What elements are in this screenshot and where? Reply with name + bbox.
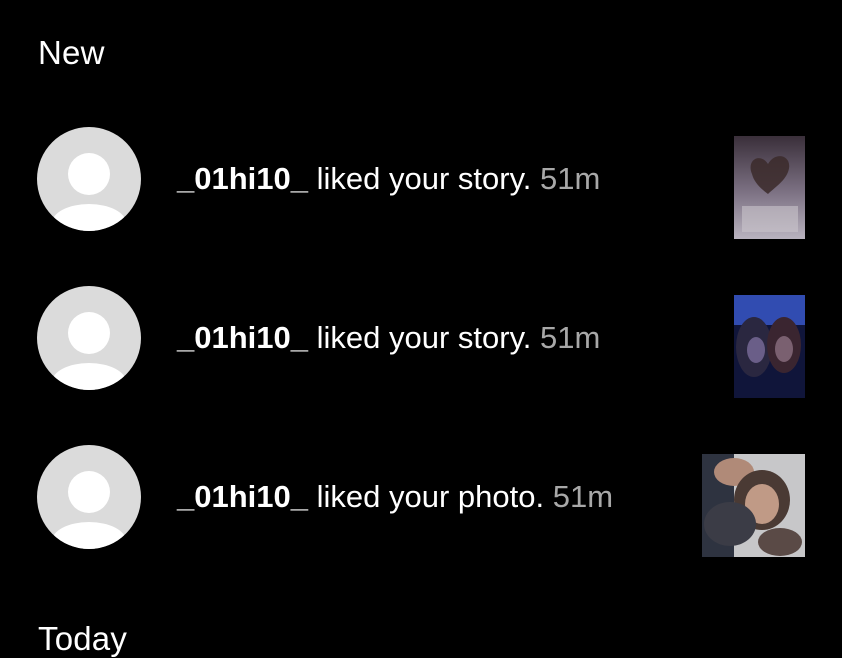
- default-avatar-icon: [52, 312, 126, 390]
- notification-row[interactable]: _01hi10_ liked your photo. 51m: [0, 445, 842, 557]
- notification-time: 51m: [552, 479, 614, 514]
- notification-text: _01hi10_ liked your story. 51m: [177, 320, 600, 356]
- notification-row[interactable]: _01hi10_ liked your story. 51m: [0, 286, 842, 398]
- two-people-blue-image: [734, 295, 805, 398]
- avatar[interactable]: [37, 445, 141, 549]
- avatar[interactable]: [37, 127, 141, 231]
- notification-time: 51m: [540, 161, 601, 196]
- two-people-photo-image: [702, 454, 805, 557]
- username-link[interactable]: _01hi10_: [177, 161, 308, 196]
- notification-action: liked your story.: [316, 320, 532, 355]
- username-link[interactable]: _01hi10_: [177, 479, 308, 514]
- username-link[interactable]: _01hi10_: [177, 320, 308, 355]
- story-thumbnail[interactable]: [734, 295, 805, 398]
- heart-hands-image: [734, 136, 805, 239]
- photo-thumbnail[interactable]: [702, 454, 805, 557]
- default-avatar-icon: [52, 153, 126, 231]
- notification-action: liked your photo.: [316, 479, 545, 514]
- section-heading-new: New: [38, 34, 105, 71]
- notification-text: _01hi10_ liked your photo. 51m: [177, 479, 613, 515]
- notification-row[interactable]: _01hi10_ liked your story. 51m: [0, 127, 842, 239]
- notification-text: _01hi10_ liked your story. 51m: [177, 161, 600, 197]
- story-thumbnail[interactable]: [734, 136, 805, 239]
- default-avatar-icon: [52, 471, 126, 549]
- avatar[interactable]: [37, 286, 141, 390]
- notification-time: 51m: [540, 320, 601, 355]
- section-heading-today: Today: [38, 620, 128, 657]
- notification-action: liked your story.: [316, 161, 532, 196]
